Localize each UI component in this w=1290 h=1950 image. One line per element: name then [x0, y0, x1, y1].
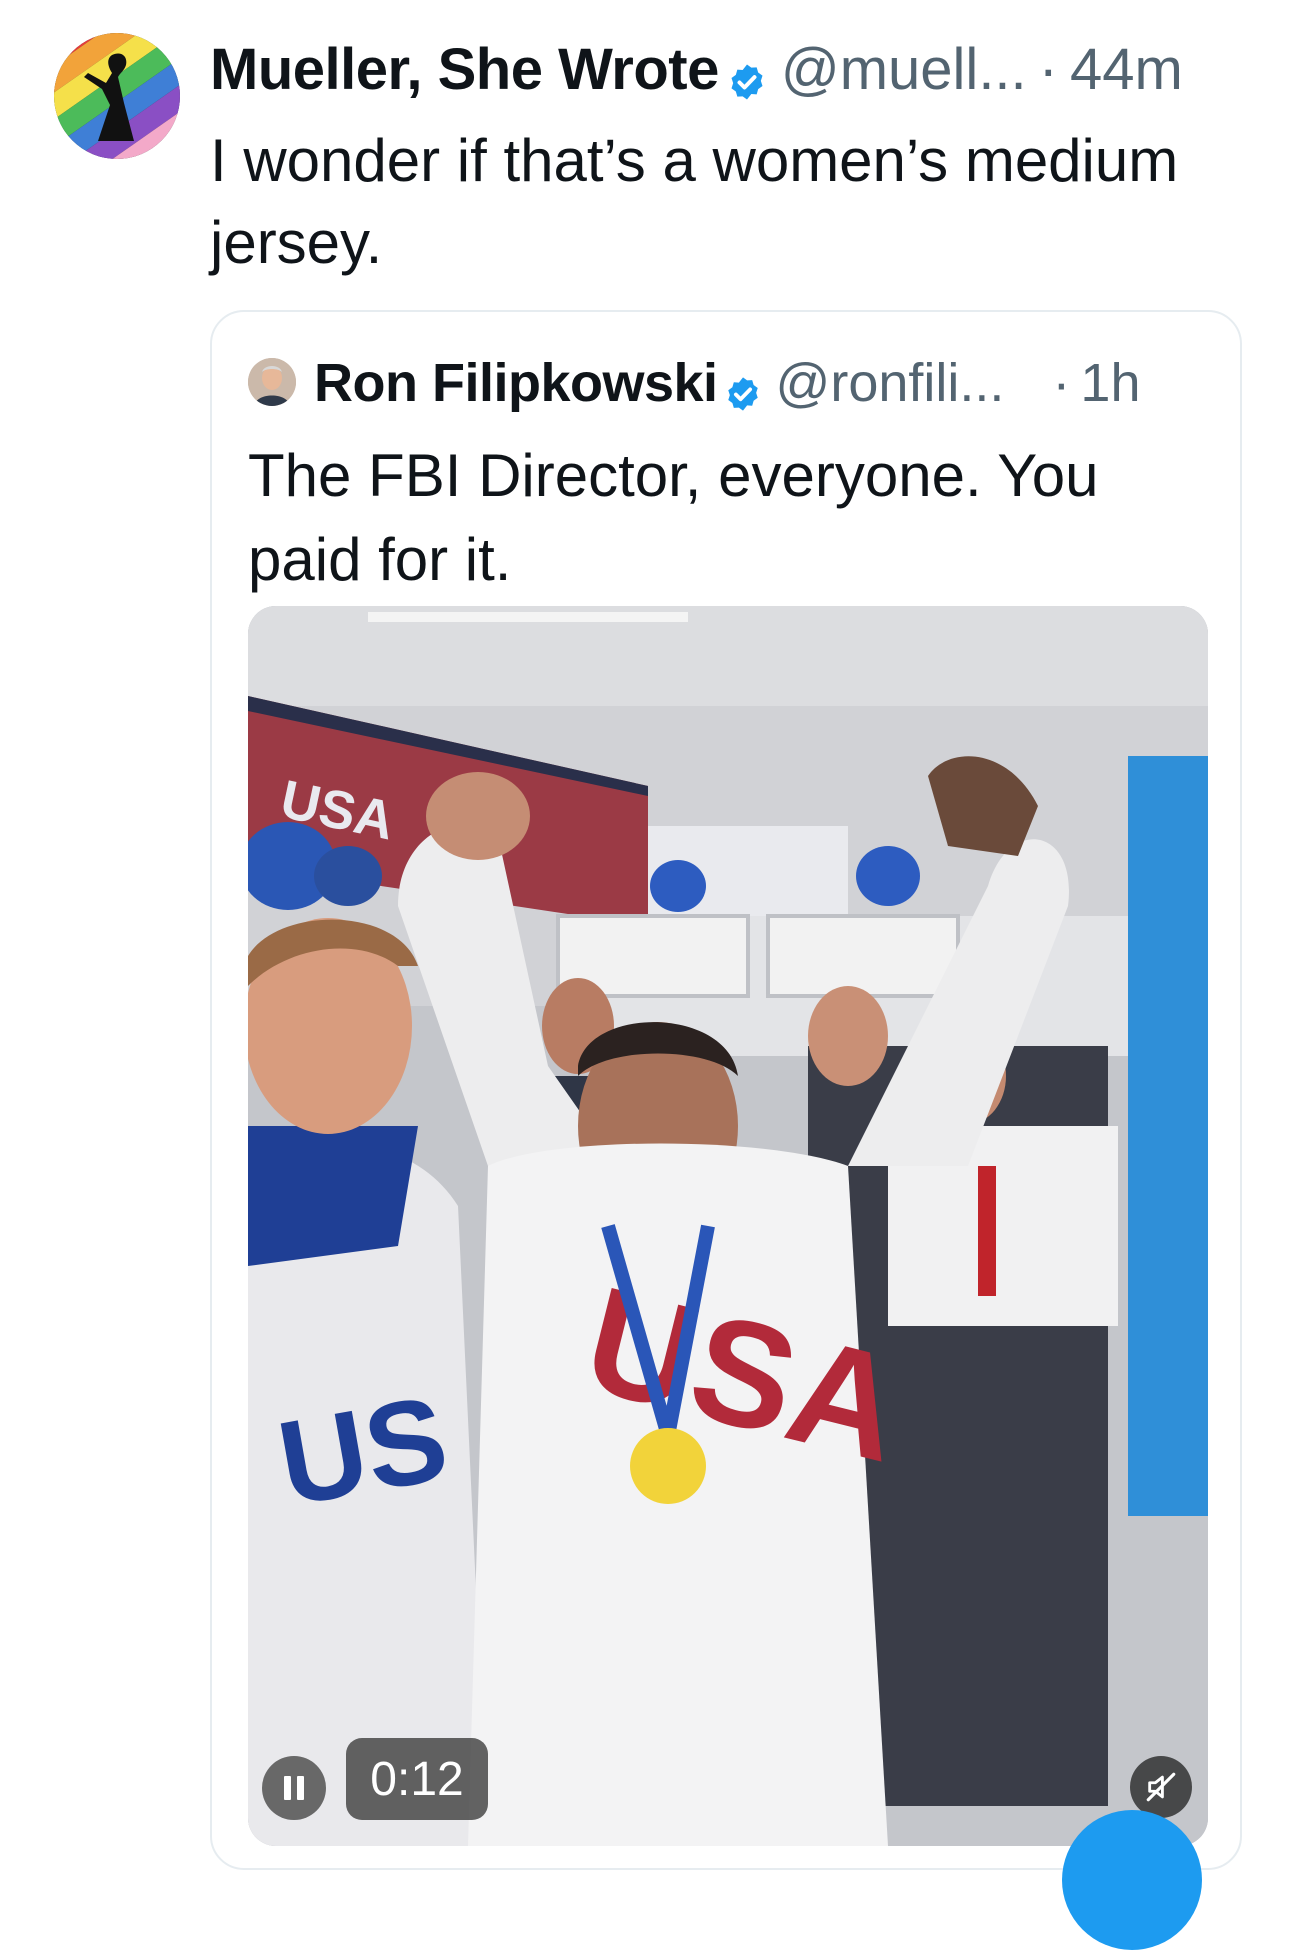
video-player[interactable]: USA US USA 0:12	[248, 606, 1208, 1846]
pause-icon	[284, 1776, 304, 1800]
quoted-author-handle[interactable]: @ronfili...	[776, 352, 1005, 414]
svg-text:US: US	[269, 1371, 456, 1532]
quoted-tweet-text: The FBI Director, everyone. You paid for…	[248, 442, 1099, 593]
pause-button[interactable]	[262, 1756, 326, 1820]
mute-toggle-button[interactable]	[1130, 1756, 1192, 1818]
author-handle[interactable]: @muell...	[781, 36, 1027, 103]
author-avatar[interactable]	[54, 33, 180, 159]
quoted-tweet-card[interactable]: Ron Filipkowski @ronfili... · 1h The FBI…	[210, 310, 1242, 1870]
video-frame: USA US USA	[248, 606, 1208, 1846]
quoted-author-name[interactable]: Ron Filipkowski	[314, 352, 718, 414]
tweet-header: Mueller, She Wrote @muell... · 44m	[210, 34, 1260, 104]
video-duration: 0:12	[346, 1738, 488, 1820]
quoted-author-avatar[interactable]	[248, 358, 296, 406]
author-name[interactable]: Mueller, She Wrote	[210, 36, 719, 103]
verified-badge-icon	[724, 364, 762, 411]
quoted-tweet-header: Ron Filipkowski @ronfili... · 1h	[314, 348, 1214, 418]
compose-button[interactable]	[1062, 1810, 1202, 1950]
tweet-text: I wonder if that’s a women’s medium jers…	[210, 127, 1179, 276]
quoted-tweet-timestamp[interactable]: 1h	[1080, 352, 1140, 414]
tweet-timestamp[interactable]: 44m	[1070, 36, 1183, 103]
quoted-header-separator: ·	[1052, 353, 1071, 413]
header-separator: ·	[1038, 36, 1058, 102]
verified-badge-icon	[727, 49, 767, 100]
muted-speaker-icon	[1146, 1772, 1176, 1802]
